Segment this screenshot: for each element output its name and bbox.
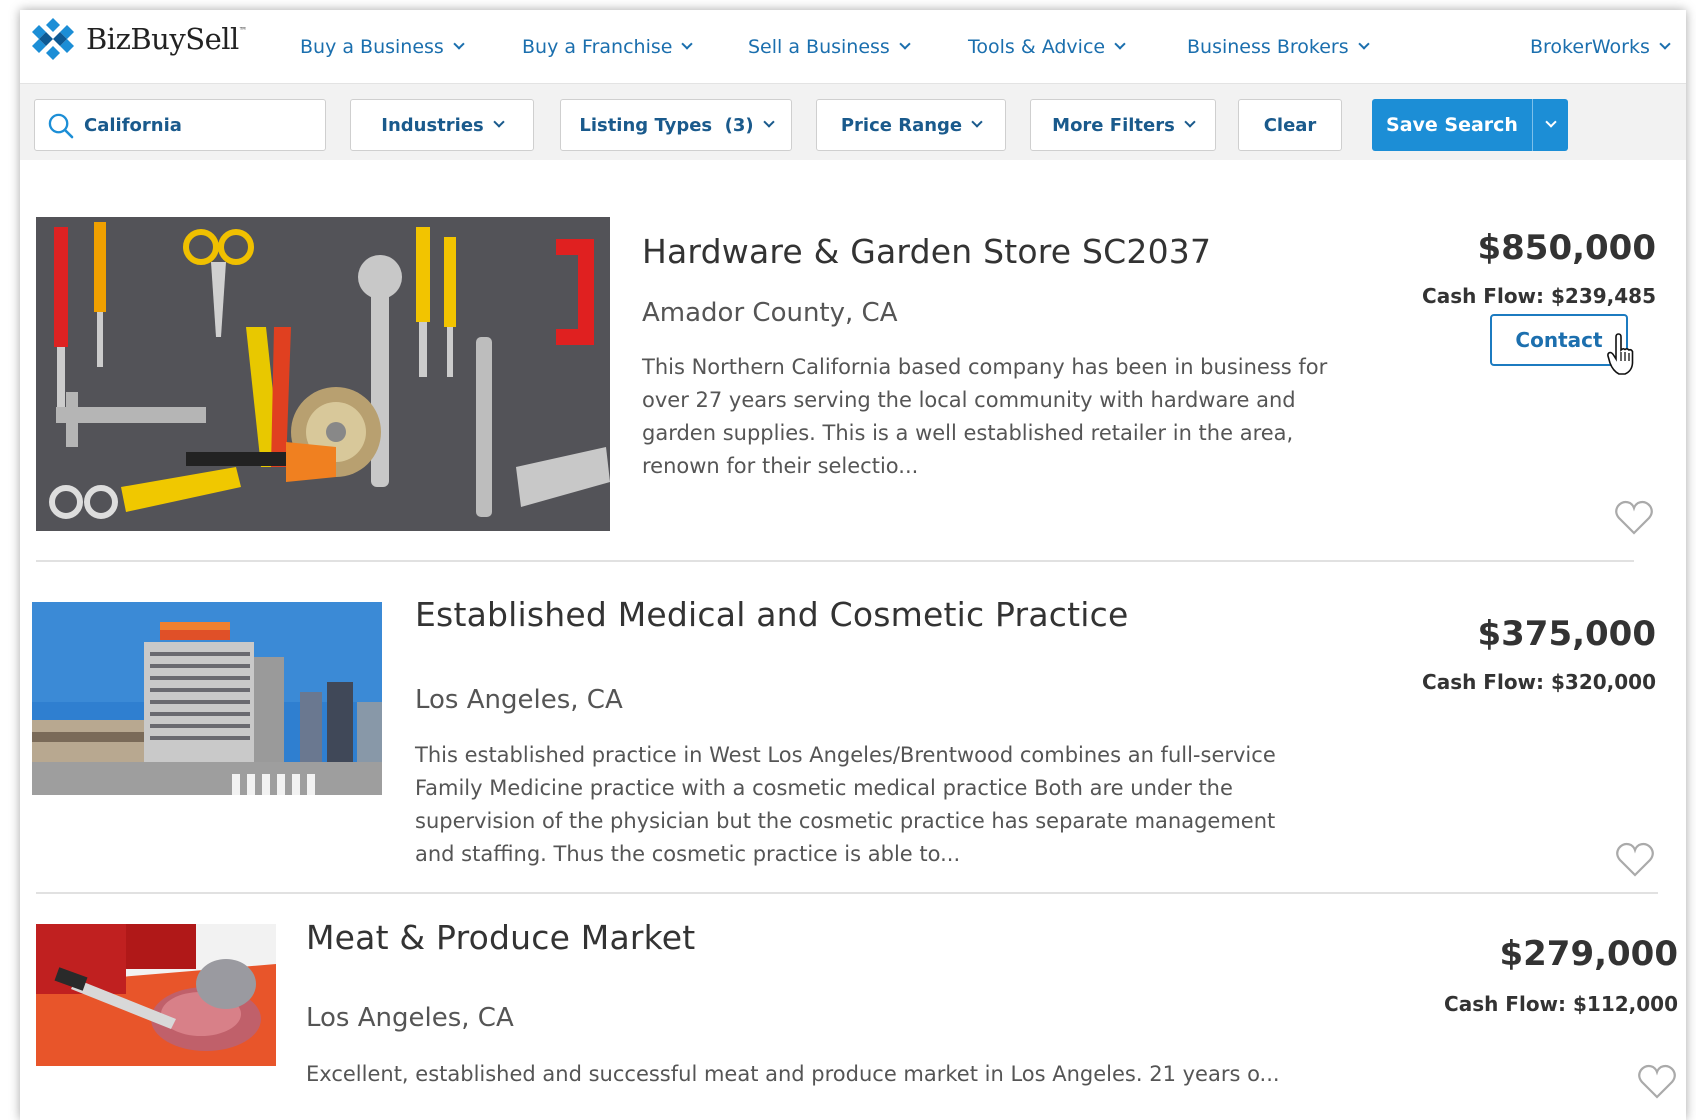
listing-title[interactable]: Meat & Produce Market — [306, 918, 695, 957]
listing-location: Los Angeles, CA — [415, 685, 623, 715]
nav-business-brokers[interactable]: Business Brokers — [1187, 36, 1370, 58]
listing-cash-flow: Cash Flow: $112,000 — [1444, 992, 1678, 1016]
nav-brokerworks-label: BrokerWorks — [1530, 36, 1650, 58]
chevron-down-icon — [1357, 38, 1370, 50]
listing-cash-flow: Cash Flow: $320,000 — [1422, 670, 1656, 694]
listing-price: $850,000 — [1477, 228, 1656, 268]
listing-types-filter-label: Listing Types (3) — [579, 114, 754, 136]
listing-photo-building[interactable] — [32, 602, 382, 795]
listing-description: This Northern California based company h… — [642, 355, 1328, 478]
nav-business-brokers-label: Business Brokers — [1187, 36, 1349, 58]
meat-photo — [36, 924, 276, 1066]
chevron-down-icon — [453, 38, 465, 50]
tools-photo — [36, 217, 610, 531]
brand-name: BizBuySell™ — [86, 22, 247, 56]
listing-title[interactable]: Hardware & Garden Store SC2037 — [642, 232, 1211, 271]
listing-description: This established practice in West Los An… — [415, 743, 1276, 866]
listing-photo-meat[interactable] — [36, 924, 276, 1066]
industries-filter-label: Industries — [381, 114, 484, 136]
nav-buy-a-business[interactable]: Buy a Business — [300, 36, 465, 58]
favorite-heart-icon[interactable] — [1614, 500, 1654, 536]
more-filters-label: More Filters — [1052, 114, 1175, 136]
nav-buy-a-franchise-label: Buy a Franchise — [522, 36, 673, 58]
listing-divider — [36, 892, 1658, 894]
location-search-input[interactable]: California — [34, 99, 326, 151]
listing-types-filter-button[interactable]: Listing Types (3) — [560, 99, 792, 151]
bizbuysell-logo[interactable]: BizBuySell™ — [30, 16, 247, 62]
listing-title[interactable]: Established Medical and Cosmetic Practic… — [415, 595, 1128, 634]
chevron-down-icon — [1184, 116, 1196, 128]
contact-button-label: Contact — [1515, 328, 1603, 352]
search-icon — [48, 113, 74, 138]
browser-page: BizBuySell™ Buy a Business Buy a Franchi… — [20, 10, 1686, 1120]
nav-sell-a-business[interactable]: Sell a Business — [748, 36, 911, 58]
listing-location: Amador County, CA — [642, 298, 898, 328]
favorite-heart-icon[interactable] — [1615, 842, 1655, 878]
chevron-down-icon — [762, 116, 775, 128]
nav-sell-a-business-label: Sell a Business — [748, 36, 890, 58]
nav-brokerworks[interactable]: BrokerWorks — [1530, 36, 1671, 58]
save-search-options-toggle[interactable] — [1532, 99, 1568, 151]
search-filter-bar: California Industries Listing Types (3) … — [20, 84, 1686, 160]
nav-buy-a-franchise[interactable]: Buy a Franchise — [522, 36, 694, 58]
hand-cursor-icon — [1607, 333, 1634, 375]
favorite-heart-icon[interactable] — [1637, 1064, 1677, 1100]
save-search-button[interactable]: Save Search — [1372, 99, 1568, 151]
more-filters-button[interactable]: More Filters — [1030, 99, 1216, 151]
listing-description: Excellent, established and successful me… — [306, 1062, 1280, 1086]
price-range-filter-button[interactable]: Price Range — [816, 99, 1006, 151]
listing-price: $375,000 — [1477, 614, 1656, 654]
chevron-down-icon — [493, 116, 505, 128]
chevron-down-icon — [971, 116, 983, 128]
nav-buy-a-business-label: Buy a Business — [300, 36, 444, 58]
clear-filters-button[interactable]: Clear — [1238, 99, 1342, 151]
chevron-down-icon — [681, 38, 694, 50]
nav-tools-and-advice[interactable]: Tools & Advice — [968, 36, 1126, 58]
listing-divider — [36, 560, 1634, 562]
industries-filter-button[interactable]: Industries — [350, 99, 534, 151]
building-photo — [32, 602, 382, 795]
bizbuysell-logo-icon — [32, 18, 74, 60]
listing-price: $279,000 — [1499, 934, 1678, 974]
chevron-down-icon — [899, 38, 911, 50]
top-navigation: BizBuySell™ Buy a Business Buy a Franchi… — [20, 10, 1686, 84]
listing-cash-flow: Cash Flow: $239,485 — [1422, 284, 1656, 308]
clear-filters-label: Clear — [1263, 114, 1317, 136]
nav-tools-and-advice-label: Tools & Advice — [968, 36, 1106, 58]
listing-photo-tools[interactable] — [36, 217, 610, 531]
price-range-filter-label: Price Range — [840, 114, 963, 136]
chevron-down-icon — [1544, 116, 1557, 128]
chevron-down-icon — [1114, 38, 1126, 50]
save-search-label: Save Search — [1386, 114, 1518, 136]
search-input-value: California — [84, 114, 182, 136]
chevron-down-icon — [1659, 38, 1671, 50]
listing-location: Los Angeles, CA — [306, 1003, 514, 1033]
